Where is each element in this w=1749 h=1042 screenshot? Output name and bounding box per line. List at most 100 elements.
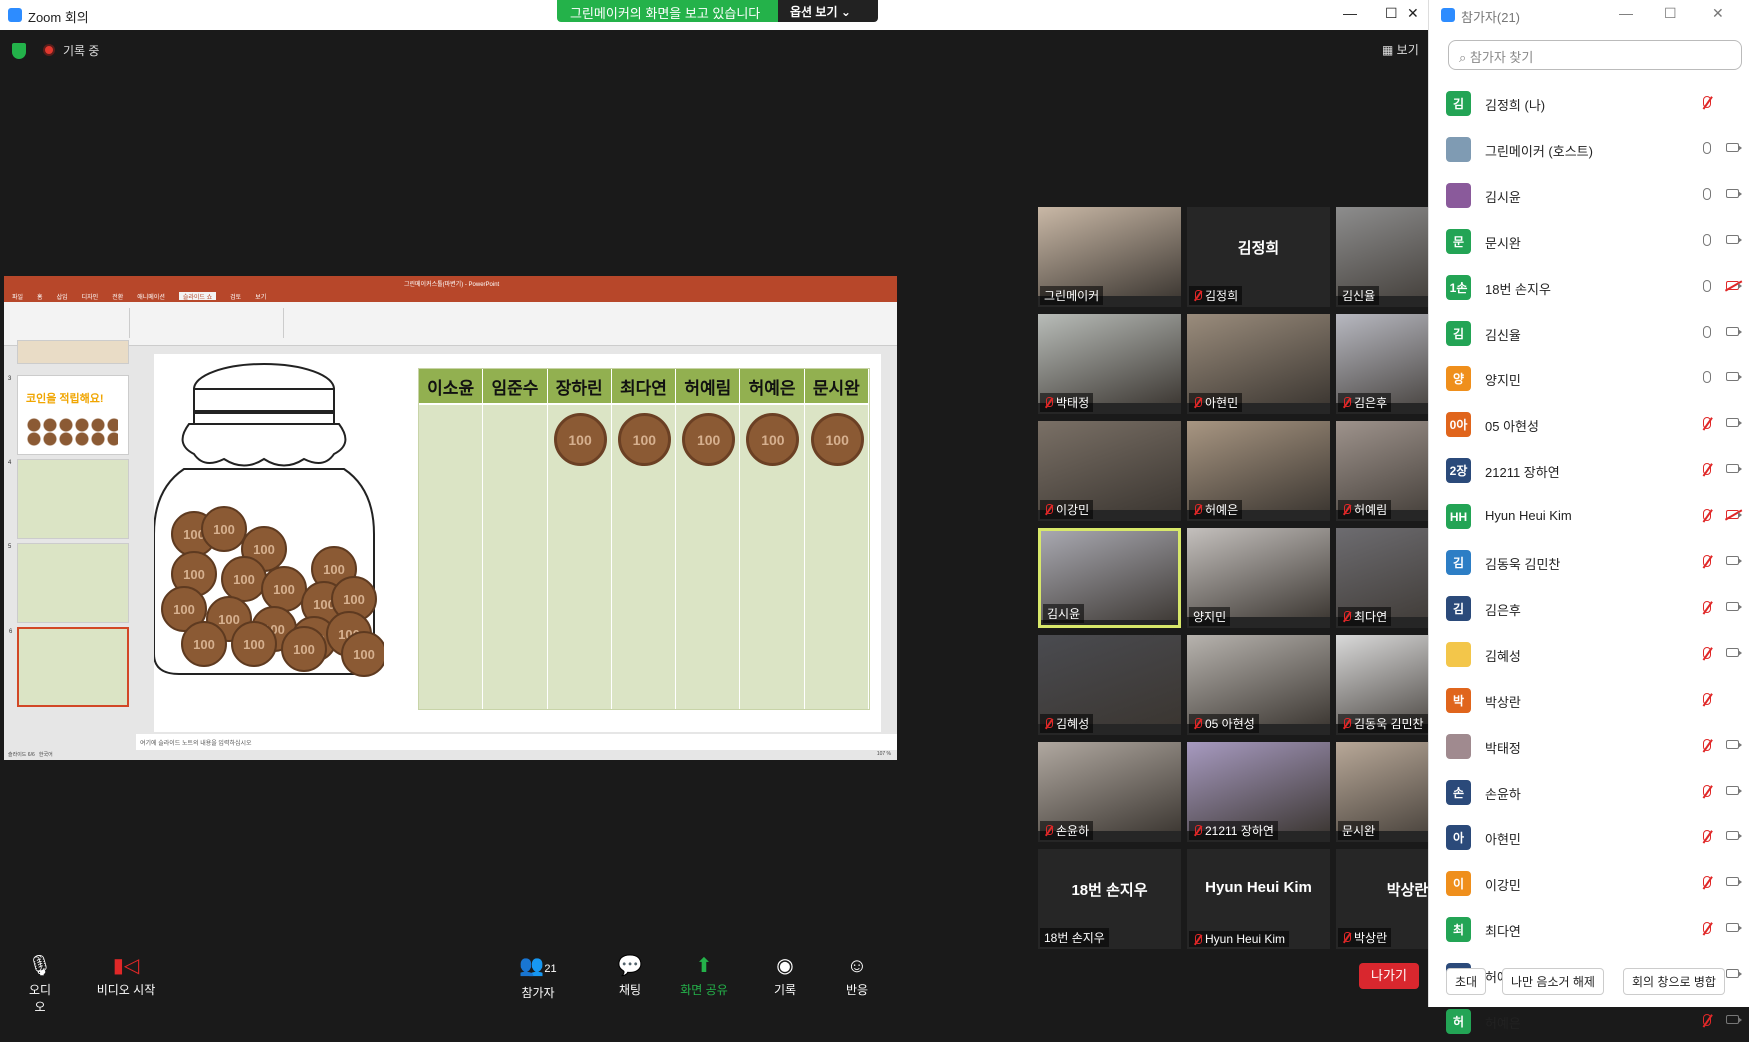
video-tile[interactable]: 05 아현성 [1187,635,1330,735]
participant-row[interactable]: 김혜성 [1429,634,1749,675]
participant-row[interactable]: 김시윤 [1429,175,1749,216]
participant-row[interactable]: 박 박상란 [1429,680,1749,721]
reaction-icon: ☺ [846,955,868,977]
slide-thumb[interactable]: 4 [8,459,129,539]
ppt-tab[interactable]: 파일 [12,292,23,301]
close-icon[interactable]: ✕ [1407,5,1419,22]
notes-pane[interactable]: 여기에 슬라이드 노트의 내용을 입력하십시오 [136,734,897,750]
video-tile[interactable]: 박태정 [1038,314,1181,414]
participant-row[interactable]: 김 김동욱 김민찬 [1429,542,1749,583]
camera-icon [1726,877,1742,887]
ppt-tab[interactable]: 전환 [112,292,123,301]
video-tile[interactable]: 18번 손지우 18번 손지우 [1038,849,1181,949]
shared-screen: 그린메이커스톨(마변기) - PowerPoint 파일 홈 삽입 디자인 전환 애니메이… [4,276,897,760]
coin[interactable]: 100 [553,413,607,466]
ppt-tab[interactable]: 삽입 [57,292,68,301]
maximize-icon[interactable]: ☐ [1664,5,1677,22]
participant-search-input[interactable]: ⌕ 참가자 찾기 [1448,40,1742,70]
video-tile[interactable]: 허예은 [1187,421,1330,521]
participant-row[interactable]: 이 이강민 [1429,863,1749,904]
participant-row[interactable]: 허 허예은 [1429,1001,1749,1042]
video-tile[interactable]: 아현민 [1187,314,1330,414]
minimize-icon[interactable]: — [1619,5,1633,21]
participant-row[interactable]: 1손 18번 손지우 [1429,267,1749,308]
record-button[interactable]: ◉ 기록 [770,955,800,998]
camera-icon [1726,785,1742,795]
video-tile[interactable]: 김시윤 [1038,528,1181,628]
participant-row[interactable]: 김 김신율 [1429,313,1749,354]
tile-name-text: 18번 손지우 [1044,931,1105,945]
ppt-tab[interactable]: 검토 [230,292,241,301]
participant-row[interactable]: 양 양지민 [1429,358,1749,399]
merge-to-meeting-button[interactable]: 회의 창으로 병합 [1623,968,1725,995]
video-tile[interactable]: 김정희 김정희 [1187,207,1330,307]
avatar: 김 [1446,550,1471,575]
meeting-window: Zoom 회의 — ☐ ✕ 그린메이커의 화면을 보고 있습니다 옵션 보기 ⌄… [0,0,1479,1014]
video-tile[interactable]: Hyun Heui Kim Hyun Heui Kim [1187,849,1330,949]
ppt-tab[interactable]: 홈 [37,292,43,301]
view-button[interactable]: ▦ 보기 [1382,41,1419,58]
video-tile[interactable]: 양지민 [1187,528,1330,628]
video-tile[interactable]: 그린메이커 [1038,207,1181,307]
ppt-tab[interactable]: 보기 [255,292,266,301]
unmute-me-button[interactable]: 나만 음소거 해제 [1502,968,1604,995]
jar-coin: 100 [181,621,227,667]
slide-thumb[interactable]: 3 코인을 적립해요! [8,375,129,455]
camera-icon [1726,326,1742,336]
zoom-level[interactable]: 107 % [877,751,891,757]
camera-off-icon [1726,510,1742,520]
share-banner: 그린메이커의 화면을 보고 있습니다 옵션 보기 ⌄ [557,0,878,22]
participant-row[interactable]: 0아 05 아현성 [1429,404,1749,445]
chat-button[interactable]: 💬 채팅 [615,955,645,998]
participant-row[interactable]: 아 아현민 [1429,817,1749,858]
muted-mic-icon [1193,290,1202,301]
camera-icon [1726,418,1742,428]
video-feed [1038,421,1181,510]
participant-row[interactable]: 박태정 [1429,726,1749,767]
maximize-icon[interactable]: ☐ [1385,5,1398,22]
camera-icon [1726,969,1742,979]
minimize-icon[interactable]: — [1343,5,1357,21]
audio-button[interactable]: 🎙 오디오 [24,955,56,1015]
coin[interactable]: 100 [682,413,736,466]
mic-muted-icon [1703,692,1711,705]
ppt-tab[interactable]: 애니메이션 [137,292,165,301]
camera-icon [1726,372,1742,382]
tile-name-label: 문시완 [1338,821,1380,840]
slide-counter: 슬라이드 6/6 [8,752,35,758]
tile-name-label: 김동욱 김민찬 [1338,714,1428,733]
security-shield-icon[interactable] [12,43,26,59]
participant-row[interactable]: 문 문시완 [1429,221,1749,262]
participant-row[interactable]: 최 최다연 [1429,909,1749,950]
tile-name-text: 김혜성 [1056,717,1090,731]
share-screen-button[interactable]: ⬆ 화면 공유 [676,955,732,998]
slide-thumb-selected[interactable]: 6 [9,627,129,707]
leave-button[interactable]: 나가기 [1359,963,1419,989]
participant-row[interactable]: 김 김은후 [1429,588,1749,629]
mic-muted-icon [1703,509,1711,522]
close-icon[interactable]: ✕ [1712,5,1724,22]
ppt-tab[interactable]: 슬라이드 쇼 [178,292,217,301]
participant-row[interactable]: 그린메이커 (호스트) [1429,129,1749,170]
participant-row[interactable]: 2장 21211 장하연 [1429,450,1749,491]
video-tile[interactable]: 김혜성 [1038,635,1181,735]
tile-name-text: 김시윤 [1047,607,1081,621]
video-tile[interactable]: 손윤하 [1038,742,1181,842]
coin[interactable]: 100 [746,413,800,466]
coin[interactable]: 100 [810,413,864,466]
participant-name: 김시윤 [1485,189,1521,205]
participant-row[interactable]: 손 손윤하 [1429,772,1749,813]
video-tile[interactable]: 21211 장하연 [1187,742,1330,842]
participant-row[interactable]: HH Hyun Heui Kim [1429,496,1749,537]
participant-row[interactable]: 김 김정희 (나) [1429,83,1749,124]
coin[interactable]: 100 [617,413,671,466]
participants-button[interactable]: 👥21 참가자 [518,955,558,1001]
ppt-tab[interactable]: 디자인 [82,292,99,301]
slide-thumb[interactable] [17,340,129,364]
video-tile[interactable]: 이강민 [1038,421,1181,521]
reactions-button[interactable]: ☺ 반응 [842,955,872,998]
start-video-button[interactable]: ▮◁ 비디오 시작 [96,955,156,998]
slide-thumb[interactable]: 5 [8,543,129,623]
invite-button[interactable]: 초대 [1446,968,1487,995]
view-options-button[interactable]: 옵션 보기 ⌄ [778,0,878,22]
